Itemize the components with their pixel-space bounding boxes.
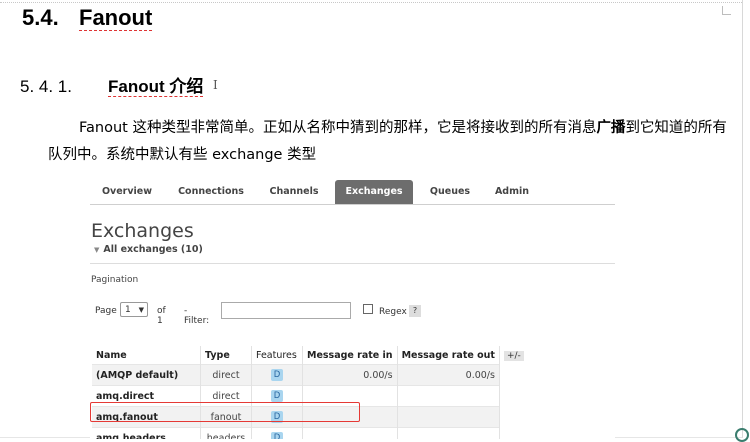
header-rate-in[interactable]: Message rate in bbox=[302, 346, 398, 365]
column-toggle: +/- bbox=[499, 346, 528, 365]
page-select-value: 1 bbox=[125, 305, 131, 315]
durable-badge: D bbox=[271, 432, 283, 439]
rate-in bbox=[302, 406, 398, 428]
tab-overview[interactable]: Overview bbox=[95, 180, 159, 204]
section-divider bbox=[90, 263, 615, 264]
table-row[interactable]: amq.fanout fanout D bbox=[92, 406, 528, 428]
subsection-heading: 5. 4. 1. Fanout 介绍 bbox=[20, 72, 204, 97]
page-corner-mark bbox=[722, 6, 731, 15]
column-toggle-button[interactable]: +/- bbox=[503, 350, 524, 361]
table-header-row: Name Type Features Message rate in Messa… bbox=[92, 346, 528, 365]
regex-checkbox[interactable] bbox=[363, 304, 373, 314]
subsection-title: Fanout 介绍 bbox=[108, 77, 204, 97]
text-cursor-icon: I bbox=[213, 78, 218, 92]
exchange-name-link[interactable]: (AMQP default) bbox=[92, 364, 201, 386]
exchange-name-link[interactable]: amq.fanout bbox=[92, 406, 201, 428]
features-cell: D bbox=[251, 427, 303, 439]
page-select[interactable]: 1 ▼ bbox=[120, 302, 148, 317]
durable-badge: D bbox=[271, 390, 283, 402]
durable-badge: D bbox=[271, 411, 283, 423]
section-number: 5.4. bbox=[22, 5, 59, 30]
tab-queues[interactable]: Queues bbox=[423, 180, 477, 204]
page-label: Page bbox=[95, 306, 117, 316]
table-row[interactable]: amq.headers headers D bbox=[92, 427, 528, 439]
tab-admin[interactable]: Admin bbox=[488, 180, 536, 204]
page-top-rule bbox=[0, 2, 742, 3]
all-exchanges-toggle[interactable]: ▼ All exchanges (10) bbox=[94, 244, 203, 255]
exchange-type: direct bbox=[200, 364, 252, 386]
paragraph-bold-text: 广播 bbox=[596, 120, 626, 136]
table-row[interactable]: amq.direct direct D bbox=[92, 385, 528, 407]
page-count-label: of 1 bbox=[157, 306, 166, 326]
rate-out bbox=[397, 406, 500, 428]
help-button[interactable]: ? bbox=[409, 305, 421, 317]
pagination-label: Pagination bbox=[91, 275, 139, 285]
exchange-name-link[interactable]: amq.direct bbox=[92, 385, 201, 407]
subsection-number: 5. 4. 1. bbox=[20, 77, 72, 96]
features-cell: D bbox=[251, 364, 303, 386]
durable-badge: D bbox=[271, 369, 283, 381]
exchanges-title: Exchanges bbox=[91, 220, 194, 242]
app-logo-icon bbox=[735, 428, 749, 442]
exchanges-table: Name Type Features Message rate in Messa… bbox=[92, 346, 528, 439]
features-cell: D bbox=[251, 406, 303, 428]
features-cell: D bbox=[251, 385, 303, 407]
header-rate-out[interactable]: Message rate out bbox=[397, 346, 500, 365]
exchange-type: direct bbox=[200, 385, 252, 407]
rate-out bbox=[397, 385, 500, 407]
rate-in: 0.00/s bbox=[302, 364, 398, 386]
paragraph-text-1: Fanout 这种类型非常简单。正如从名称中猜到的那样，它是将接收到的所有消息 bbox=[79, 120, 597, 136]
all-exchanges-label: All exchanges (10) bbox=[103, 244, 203, 255]
header-type[interactable]: Type bbox=[200, 346, 252, 365]
exchange-type: fanout bbox=[200, 406, 252, 428]
chevron-down-icon: ▼ bbox=[138, 306, 144, 314]
tab-channels[interactable]: Channels bbox=[262, 180, 326, 204]
nav-tabs: Overview Connections Channels Exchanges … bbox=[90, 180, 615, 205]
filter-input[interactable] bbox=[221, 302, 351, 319]
section-title: Fanout bbox=[79, 5, 153, 31]
rate-out: 0.00/s bbox=[397, 364, 500, 386]
regex-label: Regex bbox=[379, 307, 407, 317]
tab-exchanges[interactable]: Exchanges bbox=[335, 180, 413, 204]
collapse-triangle-icon: ▼ bbox=[94, 246, 100, 254]
table-row[interactable]: (AMQP default) direct D 0.00/s 0.00/s bbox=[92, 364, 528, 386]
rate-in bbox=[302, 427, 398, 439]
tab-connections[interactable]: Connections bbox=[170, 180, 252, 204]
rate-in bbox=[302, 385, 398, 407]
section-heading: 5.4. Fanout bbox=[22, 5, 153, 31]
filter-label: - Filter: bbox=[184, 306, 210, 326]
header-features: Features bbox=[251, 346, 303, 365]
rate-out bbox=[397, 427, 500, 439]
header-name[interactable]: Name bbox=[92, 346, 201, 365]
body-paragraph: Fanout 这种类型非常简单。正如从名称中猜到的那样，它是将接收到的所有消息广… bbox=[48, 115, 738, 169]
rabbitmq-screenshot: Overview Connections Channels Exchanges … bbox=[90, 180, 615, 439]
exchange-type: headers bbox=[200, 427, 252, 439]
exchange-name-link[interactable]: amq.headers bbox=[92, 427, 201, 439]
